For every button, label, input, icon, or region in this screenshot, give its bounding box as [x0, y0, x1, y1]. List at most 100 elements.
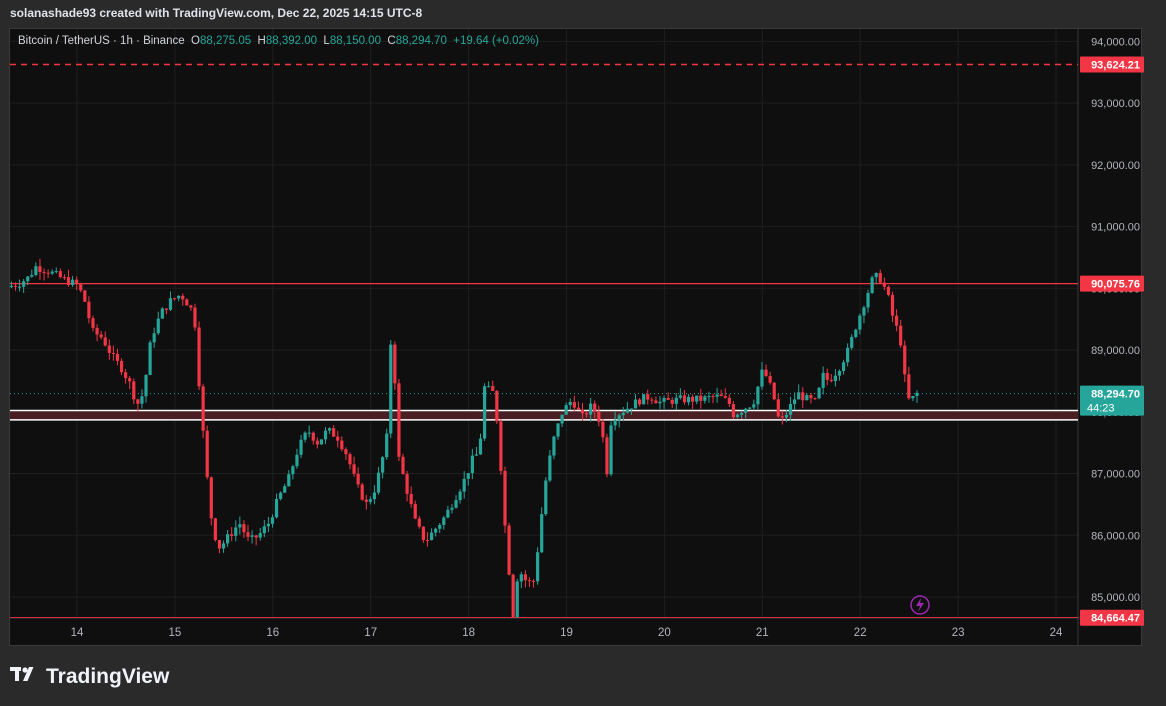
tradingview-logo[interactable]: TradingView [10, 664, 169, 690]
candle-down [894, 315, 899, 326]
candle-down [42, 272, 46, 274]
candle-down [829, 379, 833, 382]
candle-down [593, 403, 597, 412]
candle-down [397, 383, 401, 457]
candle-down [719, 394, 723, 397]
candle-up [307, 432, 311, 434]
candle-down [58, 271, 62, 278]
tradingview-logo-icon [10, 664, 40, 690]
candle-up [482, 386, 487, 439]
y-tick-label: 92,000.00 [1091, 160, 1140, 172]
candle-up [376, 472, 381, 493]
lightning-icon[interactable] [910, 595, 930, 615]
candle-up [797, 392, 801, 400]
candle-up [686, 396, 691, 403]
candle-down [38, 266, 42, 273]
candle-down [637, 399, 642, 405]
candle-up [752, 404, 756, 408]
ohlc-legend: Bitcoin / TetherUS · 1h · Binance O88,27… [18, 35, 539, 47]
candle-down [181, 295, 185, 300]
y-tick-label: 86,000.00 [1091, 530, 1140, 542]
candle-up [478, 438, 483, 455]
candle-down [580, 409, 585, 414]
candle-down [193, 307, 197, 328]
candle-down [425, 539, 430, 541]
candle-up [833, 375, 837, 382]
symbol-label[interactable]: Bitcoin / TetherUS · 1h · Binance [18, 35, 185, 47]
candle-up [784, 414, 789, 418]
candle-up [303, 432, 307, 440]
y-tick-label: 94,000.00 [1091, 36, 1140, 48]
candle-down [527, 580, 532, 582]
candle-up [621, 412, 625, 416]
candle-up [446, 509, 450, 518]
candle-down [189, 305, 193, 308]
change-value: +19.64 (+0.02%) [453, 35, 539, 47]
plot-area [10, 63, 1078, 618]
low-value: 88,150.00 [329, 35, 381, 47]
y-tick-label: 87,000.00 [1091, 469, 1140, 481]
candle-down [495, 390, 499, 422]
high-label: H [257, 35, 266, 47]
candle-up [156, 318, 160, 334]
candle-down [523, 574, 527, 581]
candle-down [723, 396, 727, 398]
candle-down [503, 470, 507, 526]
candle-up [295, 454, 299, 467]
candle-down [670, 399, 674, 404]
candle-down [825, 372, 829, 380]
candle-down [352, 464, 356, 474]
candle-up [474, 454, 479, 456]
candle-down [364, 499, 368, 502]
candle-down [507, 525, 511, 575]
candle-down [650, 399, 654, 401]
candle-up [560, 414, 564, 424]
candle-up [160, 308, 164, 319]
candle-up [470, 455, 474, 474]
candle-down [332, 428, 336, 437]
level-price-label: 93,624.21 [1091, 60, 1140, 72]
candle-up [715, 394, 719, 397]
candle-up [238, 524, 242, 528]
candle-down [344, 449, 348, 455]
candle-up [756, 386, 760, 405]
candle-down [409, 493, 413, 505]
candle-down [691, 396, 695, 402]
candle-down [75, 279, 79, 284]
close-value: 88,294.70 [395, 35, 447, 47]
candle-up [50, 271, 54, 274]
candle-up [287, 474, 291, 487]
candle-up [662, 398, 666, 402]
candle-down [768, 375, 772, 383]
candle-down [499, 421, 503, 471]
candle-up [368, 499, 372, 502]
candle-up [299, 439, 303, 455]
level-price-label: 90,075.76 [1091, 279, 1140, 291]
candle-down [801, 392, 805, 401]
candle-up [821, 372, 825, 388]
candle-up [850, 336, 854, 348]
candle-up [487, 386, 491, 388]
candle-up [678, 395, 682, 398]
candle-up [674, 397, 678, 404]
candle-down [87, 301, 91, 319]
candle-up [858, 315, 862, 330]
x-tick-label: 22 [854, 627, 867, 639]
candle-up [841, 362, 846, 372]
candle-up [658, 401, 662, 404]
candle-down [213, 518, 217, 541]
candle-down [405, 473, 409, 494]
bar-countdown-label: 44:23 [1087, 403, 1115, 415]
candle-up [70, 279, 75, 285]
candle-down [62, 277, 67, 279]
candle-up [450, 507, 454, 510]
candle-down [209, 477, 213, 519]
candle-down [882, 282, 886, 287]
candle-up [519, 574, 523, 582]
x-tick-label: 15 [169, 627, 182, 639]
candle-up [10, 285, 14, 288]
price-chart[interactable]: 85,000.0086,000.0087,000.0088,000.0089,0… [0, 0, 1166, 706]
candle-up [434, 528, 438, 533]
candle-up [221, 543, 226, 549]
candle-down [336, 436, 340, 441]
